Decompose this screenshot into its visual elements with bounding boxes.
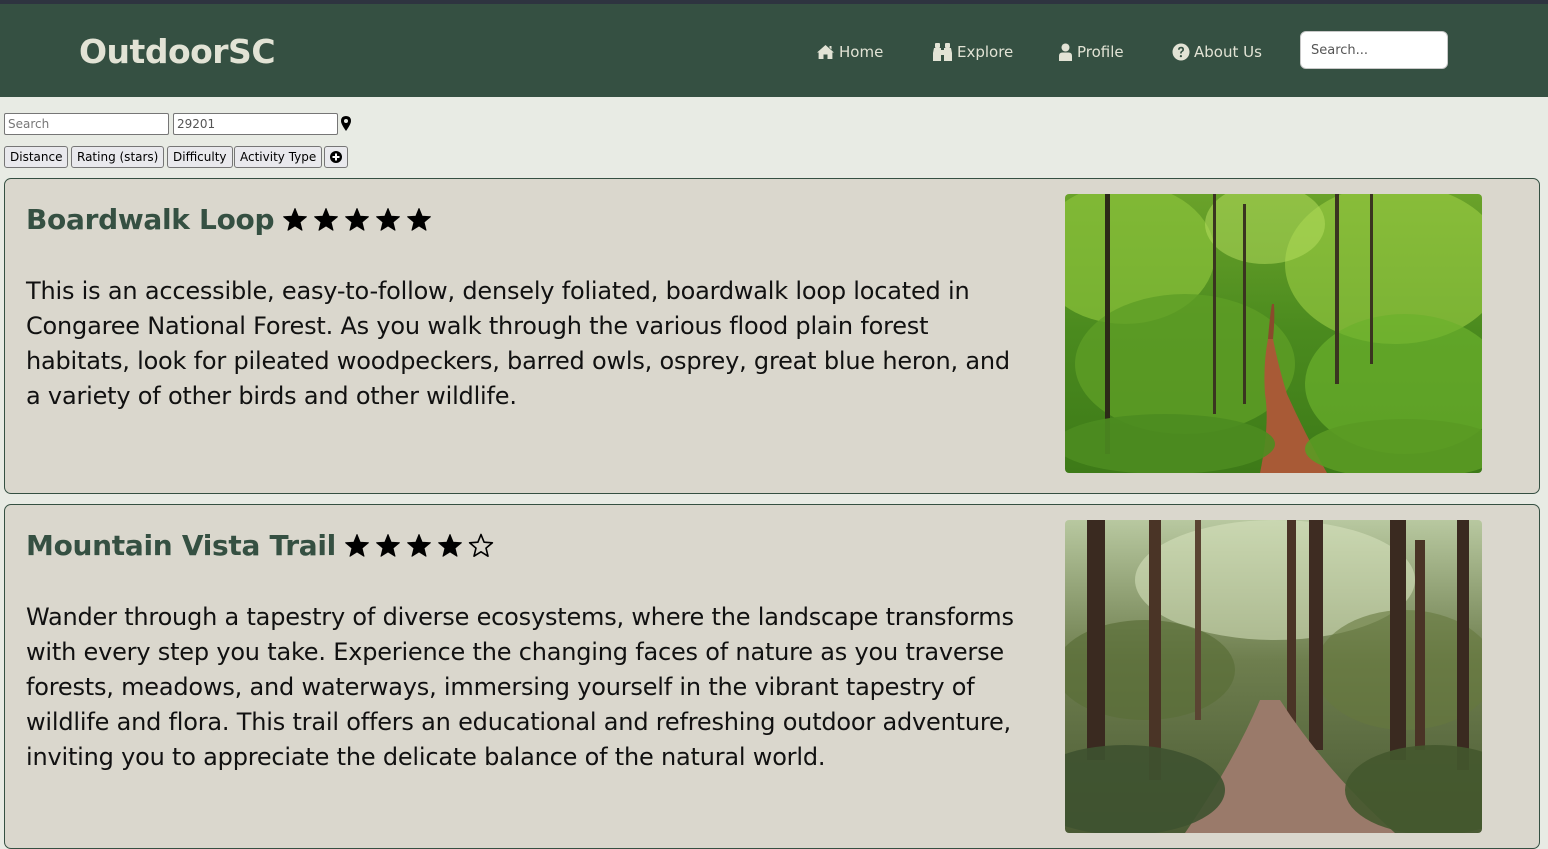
filter-distance-button[interactable]: Distance <box>4 146 69 168</box>
trail-title-row: Mountain Vista Trail <box>26 529 494 562</box>
nav-label-explore: Explore <box>957 43 1014 61</box>
trail-description: This is an accessible, easy-to-follow, d… <box>26 277 1010 410</box>
trail-search-input[interactable] <box>4 113 169 135</box>
nav-item-explore[interactable]: Explore <box>932 40 1013 64</box>
star-filled-icon <box>376 208 401 231</box>
star-rating <box>282 207 432 232</box>
nav-search-input[interactable] <box>1300 31 1448 69</box>
plus-circle-icon <box>330 151 342 163</box>
forest-photo-image <box>1065 520 1482 833</box>
star-filled-icon <box>376 534 400 557</box>
star-filled-icon <box>407 534 431 557</box>
star-filled-icon <box>345 208 370 231</box>
add-filter-button[interactable] <box>324 146 348 168</box>
trail-card[interactable]: Boardwalk Loop This is an accessible, ea… <box>4 178 1540 494</box>
zip-code-input[interactable] <box>173 113 338 135</box>
map-pin-icon[interactable] <box>341 116 351 131</box>
nav-item-home[interactable]: Home <box>816 40 883 64</box>
question-circle-icon <box>1172 43 1190 61</box>
trail-name[interactable]: Mountain Vista Trail <box>26 529 336 562</box>
nav-item-about[interactable]: About Us <box>1172 40 1262 64</box>
star-filled-icon <box>283 208 308 231</box>
trail-photo[interactable] <box>1065 194 1482 473</box>
trail-photo[interactable] <box>1065 520 1482 833</box>
nav-label-profile: Profile <box>1077 43 1124 61</box>
star-filled-icon <box>438 534 462 557</box>
user-icon <box>1059 43 1072 61</box>
star-filled-icon <box>407 208 432 231</box>
navbar: OutdoorSC Home Explore Profile About Us <box>0 4 1548 97</box>
trail-name[interactable]: Boardwalk Loop <box>26 203 275 236</box>
trail-title-row: Boardwalk Loop <box>26 203 432 236</box>
star-filled-icon <box>314 208 339 231</box>
nav-label-about: About Us <box>1194 43 1262 61</box>
forest-photo-image <box>1065 194 1482 473</box>
star-filled-icon <box>345 534 369 557</box>
trail-description: Wander through a tapestry of diverse eco… <box>26 603 1014 771</box>
filter-difficulty-button[interactable]: Difficulty <box>167 146 233 168</box>
filter-activity-type-button[interactable]: Activity Type <box>234 146 323 168</box>
nav-label-home: Home <box>839 43 884 61</box>
star-rating <box>344 533 494 558</box>
binoculars-icon <box>933 42 952 61</box>
filter-rating-button[interactable]: Rating (stars) <box>71 146 165 168</box>
home-icon <box>817 45 834 59</box>
star-empty-icon <box>468 533 494 557</box>
nav-item-profile[interactable]: Profile <box>1058 40 1124 64</box>
brand-logo[interactable]: OutdoorSC <box>79 32 276 71</box>
trail-card[interactable]: Mountain Vista Trail Wander through a ta… <box>4 504 1540 849</box>
